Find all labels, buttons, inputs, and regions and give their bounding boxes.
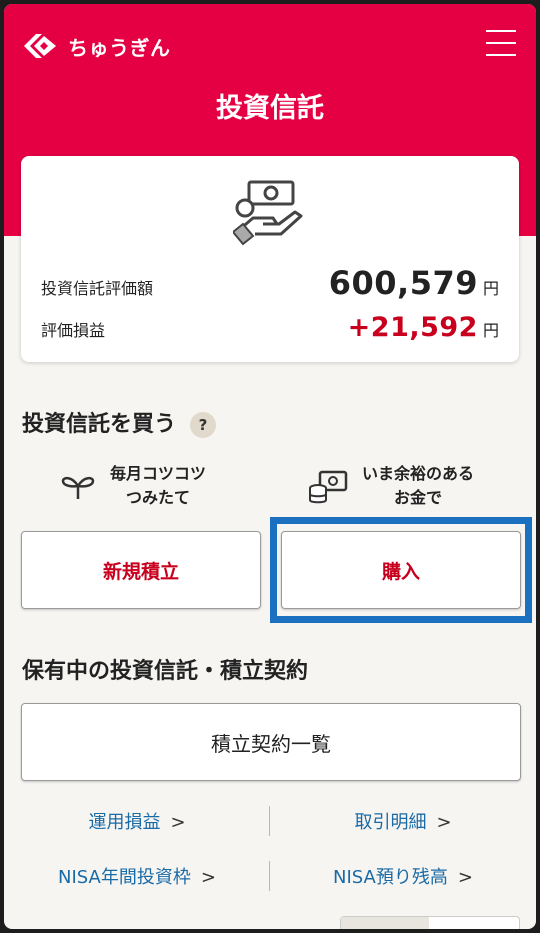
valuation-row: 投資信託評価額 600,579 円 [41,264,499,302]
links-row-2: NISA年間投資枠 > NISA預り残高 > [4,863,536,889]
purchase-button[interactable]: 購入 [281,531,521,609]
valuation-unit: 円 [482,279,499,298]
chevron-right-icon: > [170,812,186,833]
sprout-icon [61,476,95,499]
link-divider [269,806,270,836]
gain-row: 評価損益 +21,592 円 [41,312,499,343]
holdings-section-title: 保有中の投資信託・積立契約 [22,659,309,684]
chevron-right-icon: > [200,867,216,888]
new-plan-button[interactable]: 新規積立 [21,531,261,609]
profit-link[interactable]: 運用損益 > [4,808,270,834]
valuation-value: 600,579 [328,264,478,302]
transactions-link-label: 取引明細 [354,812,427,833]
buy-section-label: 投資信託を買う [22,412,177,437]
buy-section-title: 投資信託を買う? [22,406,217,438]
gain-value: +21,592 [347,312,478,343]
lump-hint-text: いま余裕のある お金で [362,464,475,507]
hamburger-menu-icon[interactable] [486,30,516,58]
chevron-right-icon: > [457,867,473,888]
nisa-quota-link-label: NISA年間投資枠 [58,867,191,888]
brand-name: ちゅうぎん [68,35,171,60]
app-screen: ちゅうぎん 投資信託 投資信託評価額 600,579 円 評価損益 +21,59… [4,4,536,929]
link-divider [269,861,270,891]
chevron-right-icon: > [436,812,452,833]
help-icon[interactable]: ? [190,412,217,438]
gain-label: 評価損益 [41,321,106,340]
contracts-list-button[interactable]: 積立契約一覧 [21,703,521,781]
chugin-logo-icon [24,34,56,58]
links-row-1: 運用損益 > 取引明細 > [4,808,536,834]
nisa-balance-link[interactable]: NISA預り残高 > [270,863,536,889]
money-hand-icon [231,178,305,252]
segment-selected[interactable] [341,917,429,929]
transactions-link[interactable]: 取引明細 > [270,808,536,834]
segment-toggle[interactable] [340,916,520,929]
nisa-balance-link-label: NISA預り残高 [333,867,448,888]
valuation-label: 投資信託評価額 [41,279,154,298]
lump-hint: いま余裕のある お金で [308,462,474,510]
nisa-quota-link[interactable]: NISA年間投資枠 > [4,863,270,889]
coin-stack-icon [309,470,348,504]
gain-unit: 円 [482,321,499,340]
brand-logo[interactable]: ちゅうぎん [22,28,171,64]
monthly-hint: 毎月コツコツ つみたて [60,462,206,510]
page-title: 投資信託 [216,93,324,124]
profit-link-label: 運用損益 [88,812,161,833]
monthly-hint-text: 毎月コツコツ つみたて [110,464,207,507]
valuation-card: 投資信託評価額 600,579 円 評価損益 +21,592 円 [21,156,519,362]
